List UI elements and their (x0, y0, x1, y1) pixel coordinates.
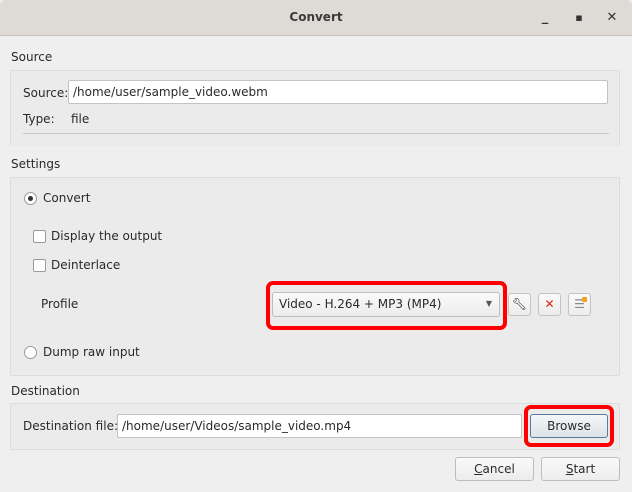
close-icon[interactable]: ✕ (602, 8, 622, 28)
delete-icon: ✕ (544, 297, 555, 311)
start-button[interactable]: Start (541, 457, 620, 481)
convert-label[interactable]: Convert (43, 191, 90, 205)
display-output-checkbox[interactable] (33, 230, 46, 243)
deinterlace-checkbox[interactable] (33, 259, 46, 272)
convert-radio[interactable] (24, 192, 37, 205)
cancel-mnemonic: C (474, 462, 483, 476)
destination-file-label: Destination file: (23, 419, 118, 433)
delete-profile-button[interactable]: ✕ (538, 293, 561, 316)
display-output-label[interactable]: Display the output (51, 229, 162, 243)
dump-raw-label[interactable]: Dump raw input (43, 345, 140, 359)
dump-raw-radio[interactable] (24, 346, 37, 359)
edit-profile-button[interactable]: 🔧︎ (508, 293, 531, 316)
browse-highlight (524, 405, 614, 447)
type-value: file (71, 112, 90, 126)
cancel-button[interactable]: Cancel (455, 457, 534, 481)
cancel-label: ancel (482, 462, 515, 476)
destination-section-label: Destination (11, 384, 80, 398)
source-section-label: Source (11, 50, 53, 64)
profile-highlight (266, 281, 507, 330)
maximize-icon[interactable]: ▪ (569, 8, 589, 28)
separator (23, 133, 609, 134)
minimize-icon[interactable]: _ (535, 8, 555, 28)
wrench-icon: 🔧︎ (511, 297, 528, 311)
destination-file-input[interactable]: /home/user/Videos/sample_video.mp4 (117, 414, 522, 438)
new-profile-button[interactable]: ☰ (568, 293, 591, 316)
start-label: tart (573, 462, 596, 476)
source-label: Source: (23, 86, 69, 100)
source-input[interactable]: /home/user/sample_video.webm (68, 80, 608, 104)
type-label: Type: (23, 112, 55, 126)
settings-section-label: Settings (11, 157, 61, 171)
profile-label: Profile (41, 297, 79, 311)
deinterlace-label[interactable]: Deinterlace (51, 258, 120, 272)
